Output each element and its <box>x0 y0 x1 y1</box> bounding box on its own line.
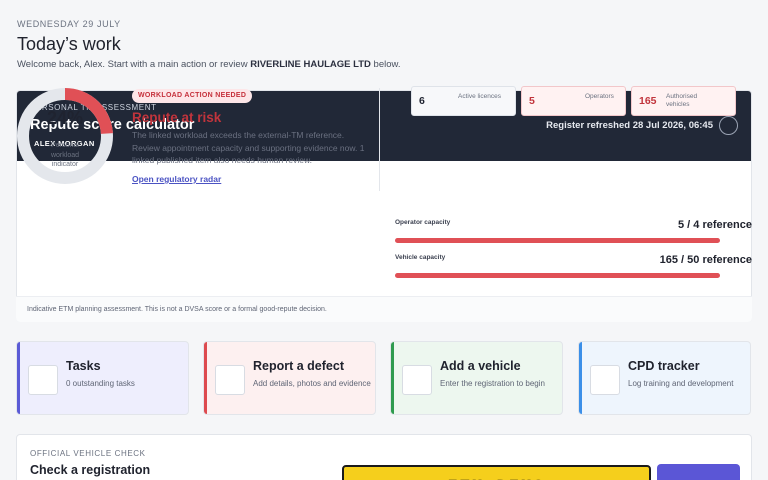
page-title: Today’s work <box>17 34 121 54</box>
tasks-subtitle: 0 outstanding tasks <box>66 379 135 388</box>
add-vehicle-subtitle: Enter the registration to begin <box>440 379 545 388</box>
stat-label: Operators <box>585 93 614 100</box>
workload-gauge <box>17 88 113 184</box>
operator-capacity-value: 5 / 4 reference <box>678 219 752 231</box>
operator-capacity-bar <box>395 238 720 243</box>
report-defect-accent <box>204 342 207 414</box>
tasks-title: Tasks <box>66 359 101 373</box>
tasks-icon <box>28 365 58 395</box>
action-report-defect[interactable]: Report a defect Add details, photos and … <box>203 341 376 415</box>
vehicle-capacity-label: Vehicle capacity <box>395 254 446 261</box>
cpd-tracker-subtitle: Log training and development <box>628 379 734 388</box>
cpd-tracker-icon <box>590 365 620 395</box>
welcome-prefix: Welcome back, Alex. Start with a main ac… <box>17 59 251 70</box>
stat-value: 6 <box>419 95 425 107</box>
action-cpd-tracker[interactable]: CPD tracker Log training and development <box>578 341 751 415</box>
cpd-tracker-title: CPD tracker <box>628 359 700 373</box>
vehicle-check-eyebrow: OFFICIAL VEHICLE CHECK <box>30 449 146 458</box>
tasks-accent <box>17 342 20 414</box>
footnote-text: Indicative ETM planning assessment. This… <box>27 306 327 313</box>
report-defect-icon <box>215 365 245 395</box>
registration-plate-input[interactable]: ETM DEMO <box>342 465 651 480</box>
stat-label: Active licences <box>458 93 501 100</box>
stat-operators: 5 Operators <box>521 86 626 116</box>
assessment-footnote: Indicative ETM planning assessment. This… <box>16 296 752 322</box>
vehicle-check-card: OFFICIAL VEHICLE CHECK Check a registrat… <box>16 434 752 480</box>
stat-value: 165 <box>639 95 657 107</box>
check-registration-button[interactable] <box>657 464 740 480</box>
welcome-suffix: below. <box>370 59 401 70</box>
welcome-message: Welcome back, Alex. Start with a main ac… <box>17 59 400 70</box>
repute-status: Repute at risk <box>132 110 222 125</box>
action-tasks[interactable]: Tasks 0 outstanding tasks <box>16 341 189 415</box>
gauge-caption: Personal workload indicator <box>50 142 79 168</box>
vehicle-check-title: Check a registration <box>30 463 151 477</box>
register-refreshed: Register refreshed 28 Jul 2026, 06:45 <box>546 120 713 131</box>
operator-name: RIVERLINE HAULAGE LTD <box>250 59 371 70</box>
add-vehicle-accent <box>391 342 394 414</box>
refresh-circle-button[interactable] <box>719 116 738 135</box>
stat-authorised-vehicles: 165 Authorised vehicles <box>631 86 736 116</box>
plate-placeholder: ETM DEMO <box>344 467 649 480</box>
cpd-tracker-accent <box>579 342 582 414</box>
operator-capacity-label: Operator capacity <box>395 219 451 226</box>
report-defect-title: Report a defect <box>253 359 344 373</box>
stat-label: Authorised vehicles <box>666 93 698 108</box>
vehicle-capacity-value: 165 / 50 reference <box>659 254 752 266</box>
vehicle-capacity-bar <box>395 273 720 278</box>
regulatory-radar-link[interactable]: Open regulatory radar <box>132 174 221 184</box>
page-date: WEDNESDAY 29 JULY <box>17 19 121 29</box>
repute-description: The linked workload exceeds the external… <box>132 130 365 165</box>
section-divider <box>379 88 380 191</box>
stat-active-licences: 6 Active licences <box>411 86 516 116</box>
gauge-percent: 24% <box>46 108 84 128</box>
action-add-vehicle[interactable]: Add a vehicle Enter the registration to … <box>390 341 563 415</box>
add-vehicle-title: Add a vehicle <box>440 359 521 373</box>
add-vehicle-icon <box>402 365 432 395</box>
report-defect-subtitle: Add details, photos and evidence <box>253 379 371 388</box>
repute-card: PERSONAL TM ASSESSMENT Repute score calc… <box>16 90 752 322</box>
stat-value: 5 <box>529 95 535 107</box>
workload-badge: WORKLOAD ACTION NEEDED <box>132 89 253 103</box>
